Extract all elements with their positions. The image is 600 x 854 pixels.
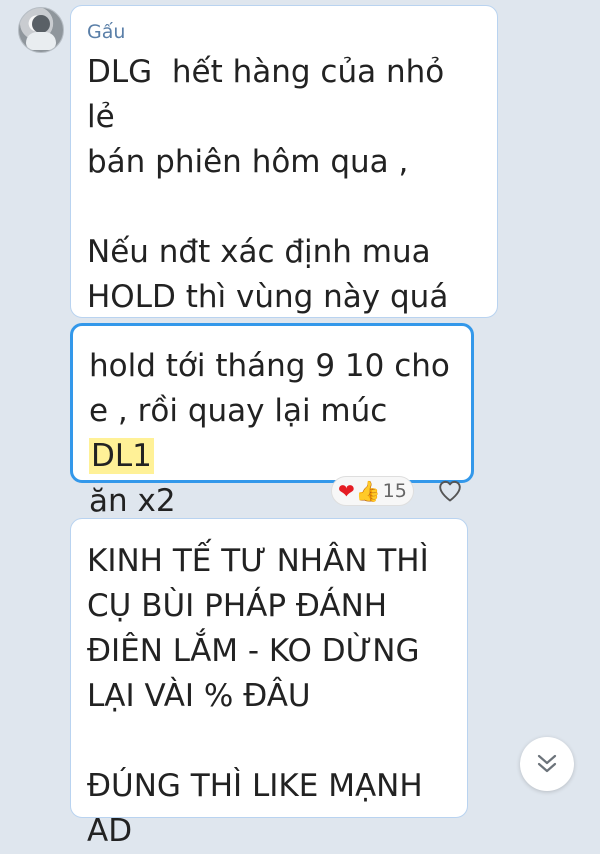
message-text-3: KINH TẾ TƯ NHÂN THÌ CỤ BÙI PHÁP ĐÁNH ĐIÊ… [87,543,429,849]
thumbs-up-emoji: 👍 [355,479,381,503]
double-chevron-down-icon [537,754,557,773]
avatar[interactable] [18,7,64,53]
message-bubble-2[interactable]: hold tới tháng 9 10 cho e , rồi quay lại… [70,323,474,519]
highlighted-ticker: DL1 [89,438,154,474]
message-bubble-3[interactable]: KINH TẾ TƯ NHÂN THÌ CỤ BÙI PHÁP ĐÁNH ĐIÊ… [70,518,468,849]
scroll-down-button[interactable] [520,737,574,791]
reaction-count: 15 [382,480,407,502]
sender-name: Gấu [87,21,126,43]
reaction-summary[interactable]: ❤ 👍 15 [331,476,414,506]
reaction-button[interactable] [428,474,472,508]
message-bubble-1[interactable]: Gấu DLG hết hàng của nhỏ lẻ bán phiên hô… [70,5,498,360]
heart-outline-icon [439,480,461,502]
message-text-2-before: hold tới tháng 9 10 cho e , rồi quay lại… [89,348,450,429]
heart-emoji: ❤ [338,479,355,503]
message-text-1: DLG hết hàng của nhỏ lẻ bán phiên hôm qu… [87,54,449,360]
message-text-2-after: ăn x2 [89,483,176,519]
